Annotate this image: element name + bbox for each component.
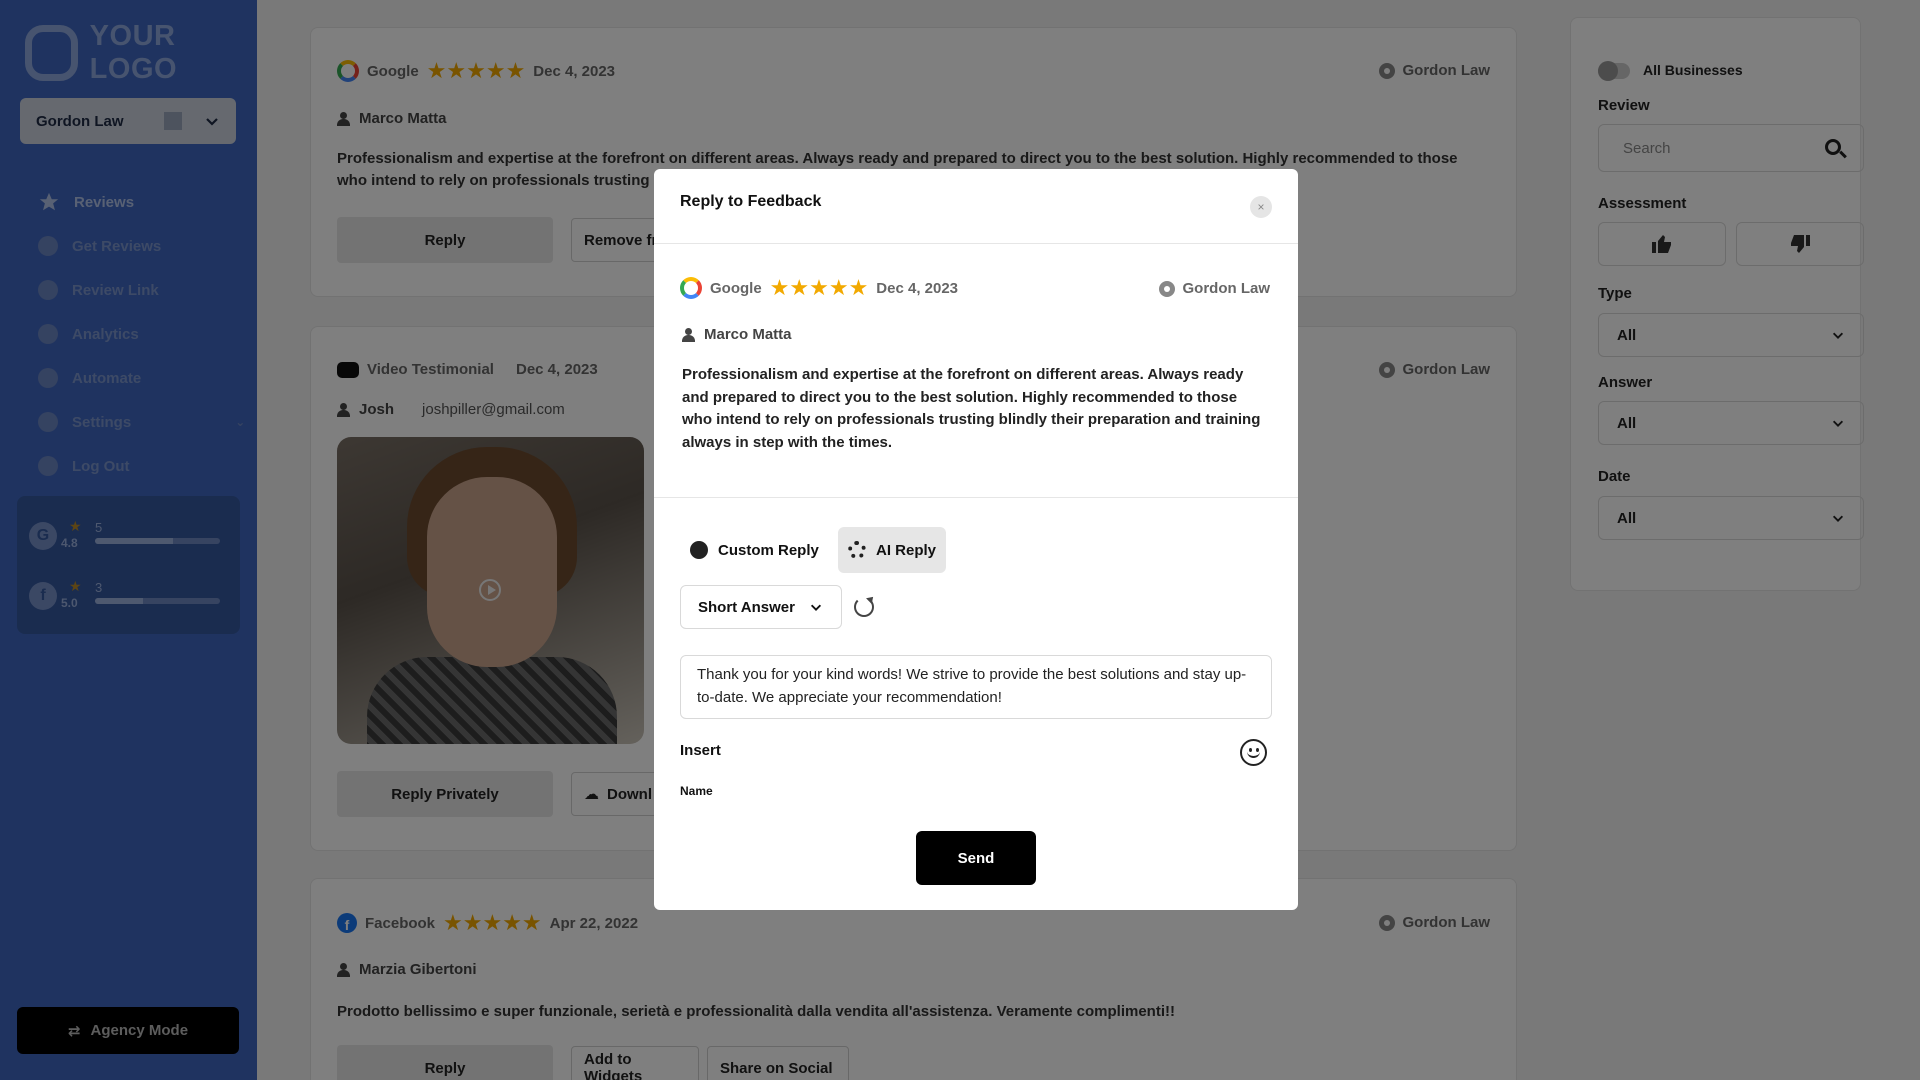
chevron-down-icon: [810, 604, 822, 611]
review-location: Gordon Law: [1158, 280, 1271, 297]
tab-custom-reply[interactable]: Custom Reply: [680, 527, 829, 573]
reply-modal: Reply to Feedback × Google ★★★★★ Dec 4, …: [654, 169, 1298, 910]
answer-length-value: Short Answer: [698, 598, 795, 616]
location-pin-icon: [1158, 280, 1175, 297]
emoji-mouth: [1247, 751, 1260, 758]
review-author: Marco Matta: [682, 326, 792, 343]
insert-name-tag[interactable]: Name: [680, 784, 713, 798]
review-text: Professionalism and expertise at the for…: [682, 366, 1261, 452]
author-name: Marco Matta: [704, 326, 792, 343]
tab-label: Custom Reply: [718, 541, 819, 559]
tab-label: AI Reply: [876, 541, 937, 559]
ai-gear-icon: [848, 541, 866, 559]
reply-textarea[interactable]: Thank you for your kind words! We strive…: [680, 655, 1272, 719]
person-icon: [682, 327, 695, 342]
modal-review-card: Google ★★★★★ Dec 4, 2023 Gordon Law Marc…: [654, 244, 1298, 498]
chat-icon: [690, 541, 708, 559]
refresh-icon[interactable]: [854, 597, 874, 617]
emoji-icon[interactable]: [1240, 739, 1267, 766]
star-rating: ★★★★★: [769, 275, 869, 300]
answer-length-select[interactable]: Short Answer: [680, 585, 842, 629]
location-label: Gordon Law: [1182, 280, 1271, 297]
google-icon: [680, 277, 702, 299]
review-date: Dec 4, 2023: [876, 279, 959, 297]
modal-title: Reply to Feedback: [680, 193, 822, 210]
review-source: Google: [710, 279, 762, 297]
insert-label: Insert: [680, 742, 721, 759]
close-icon[interactable]: ×: [1250, 196, 1272, 218]
tab-ai-reply[interactable]: AI Reply: [838, 527, 947, 573]
review-header: Google ★★★★★ Dec 4, 2023: [680, 277, 958, 299]
send-button[interactable]: Send: [916, 831, 1036, 885]
